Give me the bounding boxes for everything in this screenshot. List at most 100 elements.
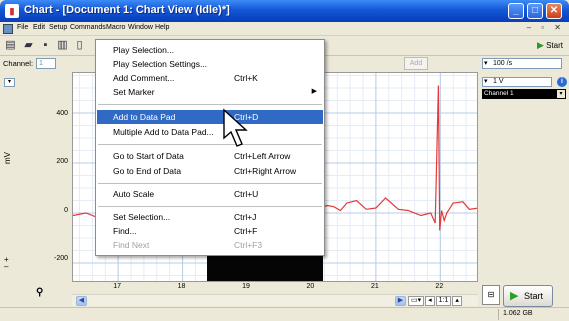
menu-item-label: Go to Start of Data (113, 151, 184, 161)
toolbar-start-label: Start (546, 41, 563, 50)
submenu-arrow-icon: ▶ (311, 88, 317, 95)
x-tick-label: 17 (113, 283, 121, 290)
print-icon[interactable]: ▥ (56, 39, 69, 52)
menu-commands[interactable]: Commands (70, 24, 106, 31)
menu-help[interactable]: Help (155, 24, 169, 31)
save-icon[interactable]: ▪ (39, 39, 52, 52)
chart-app-icon[interactable]: ▮ (5, 4, 19, 18)
x-tick-label: 18 (177, 283, 186, 290)
menu-item-play-selection-settings[interactable]: Play Selection Settings... (97, 57, 323, 71)
status-bar: 1.062 GB (0, 307, 569, 321)
zoom-level[interactable]: 1:1 (435, 296, 452, 306)
menu-item-auto-scale[interactable]: Auto Scale Ctrl+U (97, 187, 323, 201)
scroll-right-arrow[interactable]: ▶ (395, 296, 406, 306)
menu-item-shortcut: Ctrl+F3 (234, 240, 263, 250)
zoom-out-icon[interactable]: ◂ (425, 296, 435, 306)
menu-item-label: Set Selection... (113, 212, 171, 222)
maximize-button[interactable]: □ (527, 3, 543, 19)
scroll-left-arrow[interactable]: ◀ (76, 296, 87, 306)
toolbar-more-icon[interactable]: ▯ (73, 39, 86, 52)
add-button[interactable]: Add (404, 57, 428, 70)
y-axis-panel: ▾ 400 200 0 -200 mV + – (0, 72, 72, 282)
play-icon: ▶ (536, 40, 544, 50)
menu-item-label: Multiple Add to Data Pad... (113, 127, 214, 137)
menu-item-shortcut: Ctrl+U (234, 189, 259, 199)
record-icon[interactable]: ⊟ (482, 285, 500, 305)
start-label: Start (524, 291, 544, 301)
menu-item-label: Auto Scale (113, 189, 155, 199)
menu-separator (98, 144, 322, 145)
menu-bar: File Edit Setup Commands Macro Window He… (0, 22, 569, 36)
menu-item-find-next: Find Next Ctrl+F3 (97, 238, 323, 252)
x-axis: 17 18 19 20 21 22 (72, 282, 478, 294)
menu-item-find[interactable]: Find... Ctrl+F (97, 224, 323, 238)
menu-item-go-to-start[interactable]: Go to Start of Data Ctrl+Left Arrow (97, 149, 323, 163)
menu-item-play-selection[interactable]: Play Selection... (97, 43, 323, 57)
title-bar[interactable]: ▮ Chart - [Document 1: Chart View (Idle)… (0, 0, 569, 22)
menu-item-set-marker[interactable]: Set Marker ▶ (97, 85, 323, 99)
channel-name: Channel 1 (484, 90, 514, 97)
zoom-controls: ▭▾ ◂ 1:1 ▴ (408, 296, 463, 306)
view-options-icon[interactable]: ▭▾ (408, 296, 425, 306)
play-icon: ▶ (510, 290, 519, 302)
menu-item-label: Play Selection Settings... (113, 59, 208, 69)
x-tick-label: 21 (370, 283, 379, 290)
disk-space: 1.062 GB (503, 310, 533, 317)
document-icon[interactable] (3, 24, 13, 34)
menu-item-set-selection[interactable]: Set Selection... Ctrl+J (97, 210, 323, 224)
toolbar-start-button[interactable]: ▶ Start (537, 40, 563, 51)
channel-stepper[interactable]: 1 (36, 58, 56, 69)
context-menu: Play Selection... Play Selection Setting… (95, 39, 325, 256)
dark-overlay-panel (207, 256, 323, 281)
menu-item-shortcut: Ctrl+J (234, 212, 257, 222)
menu-item-shortcut: Ctrl+Right Arrow (234, 166, 297, 176)
window-title: Chart - [Document 1: Chart View (Idle)*] (24, 4, 230, 16)
menu-item-label: Go to End of Data (113, 166, 182, 176)
y-tick-label: 0 (64, 207, 68, 214)
channel-label: Channel: (3, 59, 34, 68)
x-tick-label: 20 (306, 283, 315, 290)
y-tick-label: 400 (56, 110, 68, 117)
menu-item-add-comment[interactable]: Add Comment... Ctrl+K (97, 71, 323, 85)
range-select[interactable]: 1 V (482, 77, 552, 87)
menu-item-add-to-data-pad[interactable]: Add to Data Pad Ctrl+D (97, 110, 323, 124)
menu-file[interactable]: File (17, 24, 28, 31)
new-document-icon[interactable]: ▤ (4, 39, 17, 52)
channel-panel: 1 V i Channel 1 ▾ (480, 72, 569, 282)
mouse-pointer-icon (223, 108, 248, 147)
menu-macro[interactable]: Macro (106, 24, 125, 31)
x-tick-label: 22 (435, 283, 444, 290)
menu-item-label: Add Comment... (113, 73, 175, 83)
start-button[interactable]: ▶ Start (503, 285, 553, 307)
y-zoom-control[interactable]: + – (4, 256, 9, 271)
zoom-in-icon[interactable]: ▴ (452, 296, 462, 306)
info-icon[interactable]: i (557, 77, 567, 87)
x-tick-label: 19 (242, 283, 250, 290)
menu-separator (98, 104, 322, 105)
menu-item-label: Add to Data Pad (113, 112, 176, 122)
close-button[interactable]: ✕ (546, 3, 562, 19)
marker-icon[interactable]: ⚲ (36, 287, 43, 298)
chevron-down-icon[interactable]: ▾ (4, 78, 15, 87)
channel-name-select[interactable]: Channel 1 ▾ (482, 89, 566, 99)
open-folder-icon[interactable]: ▰ (22, 39, 35, 52)
status-divider (498, 309, 499, 320)
chevron-down-icon: ▾ (557, 90, 565, 98)
menu-edit[interactable]: Edit (33, 24, 45, 31)
sample-rate-select[interactable]: 100 /s (482, 58, 562, 69)
document-window-controls[interactable]: – ▫ ✕ (527, 23, 565, 32)
menu-item-multiple-add-to-data-pad[interactable]: Multiple Add to Data Pad... (97, 125, 323, 139)
menu-window[interactable]: Window (128, 24, 153, 31)
horizontal-scrollbar[interactable]: ◀ ▶ ▭▾ ◂ 1:1 ▴ (72, 294, 478, 306)
menu-item-go-to-end[interactable]: Go to End of Data Ctrl+Right Arrow (97, 164, 323, 178)
menu-separator (98, 206, 322, 207)
minimize-button[interactable]: _ (508, 3, 524, 19)
menu-item-shortcut: Ctrl+F (234, 226, 258, 236)
menu-item-label: Play Selection... (113, 45, 174, 55)
menu-item-label: Find Next (113, 240, 150, 250)
menu-item-shortcut: Ctrl+K (234, 73, 258, 83)
y-tick-label: -200 (53, 255, 68, 262)
menu-separator (98, 183, 322, 184)
chart-window: ▮ Chart - [Document 1: Chart View (Idle)… (0, 0, 569, 321)
menu-setup[interactable]: Setup (49, 24, 67, 31)
